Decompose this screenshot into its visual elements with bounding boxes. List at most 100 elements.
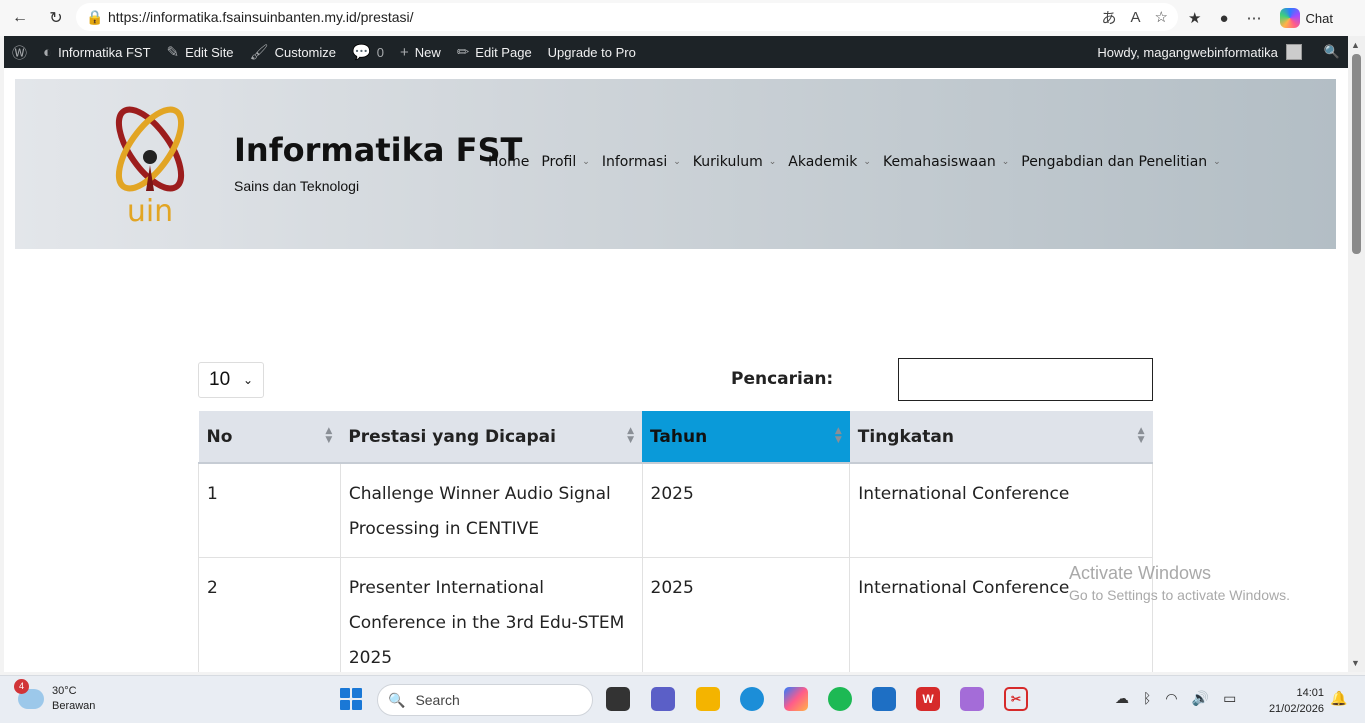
battery-icon[interactable]: ▭ (1223, 690, 1236, 707)
site-name-label: Informatika FST (58, 44, 151, 60)
menu-item-kemahasiswaan[interactable]: Kemahasiswaan ⌄ (883, 154, 1009, 170)
start-button[interactable] (340, 688, 362, 710)
edit-page-label: Edit Page (475, 44, 532, 60)
menu-item-pengabdian[interactable]: Pengabdian dan Penelitian ⌄ (1021, 154, 1220, 170)
chat-label: Chat (1305, 10, 1333, 26)
cell-no: 1 (198, 462, 341, 558)
wp-edit-page[interactable]: ✏ Edit Page (449, 36, 540, 68)
cell-tahun: 2025 (641, 462, 851, 558)
notification-bell-icon[interactable]: 🔔 (1330, 690, 1347, 707)
chevron-down-icon: ⌄ (673, 157, 681, 167)
cell-prestasi: Challenge Winner Audio Signal Processing… (339, 462, 643, 558)
scroll-up-icon[interactable]: ▲ (1351, 40, 1360, 50)
menu-label: Kurikulum (692, 154, 763, 170)
scroll-down-icon[interactable]: ▼ (1351, 658, 1360, 668)
wp-logo-button[interactable]: Ⓦ (4, 36, 35, 68)
weather-badge: 4 (14, 679, 29, 694)
column-header-prestasi[interactable]: Prestasi yang Dicapai ▲ ▼ (340, 411, 643, 464)
file-explorer-icon[interactable] (696, 687, 720, 711)
copilot-chat-button[interactable]: Chat (1279, 8, 1333, 28)
wp-customize[interactable]: 🖌 Customize (242, 36, 344, 68)
menu-item-profil[interactable]: Profil ⌄ (541, 154, 589, 170)
sort-icon: ▲ ▼ (1137, 426, 1145, 445)
main-content: 10 ⌄ Pencarian: No ▲ ▼ Prestasi yang Dicap… (4, 249, 1348, 672)
column-header-tingkatan[interactable]: Tingkatan ▲ ▼ (849, 411, 1153, 464)
length-value: 10 (209, 369, 231, 390)
teams-icon[interactable] (651, 687, 675, 711)
menu-item-akademik[interactable]: Akademik ⌄ (788, 154, 871, 170)
translate-icon[interactable]: あ (1102, 7, 1117, 28)
snipping-tool-icon[interactable]: ✂ (1004, 687, 1028, 711)
cell-tahun: 2025 (641, 557, 851, 672)
weather-widget[interactable]: 4 30°C Berawan (14, 679, 95, 714)
wp-site-name[interactable]: ◐ Informatika FST (35, 36, 159, 68)
url-text: https://informatika.fsainsuinbanten.my.i… (108, 9, 414, 25)
chevron-down-icon: ⌄ (863, 157, 871, 167)
spotify-icon[interactable] (828, 687, 852, 711)
wp-comments[interactable]: 💬 0 (344, 36, 392, 68)
svg-text:uin: uin (127, 194, 173, 225)
address-bar[interactable]: 🔒 https://informatika.fsainsuinbanten.my… (76, 3, 1178, 31)
search-icon[interactable]: 🔍 (1324, 44, 1340, 60)
menu-label: Kemahasiswaan (882, 154, 996, 170)
profile-icon[interactable]: ● (1219, 10, 1228, 27)
wps-office-icon[interactable]: W (916, 687, 940, 711)
howdy-user[interactable]: Howdy, magangwebinformatika (1097, 45, 1277, 60)
menu-item-home[interactable]: Home (488, 154, 529, 170)
menu-item-informasi[interactable]: Informasi ⌄ (602, 154, 681, 170)
column-header-tahun[interactable]: Tahun ▲ ▼ (642, 411, 850, 464)
refresh-icon[interactable]: ↻ (44, 6, 68, 30)
menu-label: Informasi (601, 154, 668, 170)
volume-icon[interactable]: 🔊 (1192, 690, 1209, 707)
back-icon[interactable]: ← (8, 6, 32, 30)
read-aloud-icon[interactable]: A (1131, 9, 1141, 26)
chevron-down-icon: ⌄ (582, 157, 590, 167)
watermark-subtitle: Go to Settings to activate Windows. (1069, 587, 1290, 603)
watermark-title: Activate Windows (1069, 563, 1212, 583)
system-tray: ☁ ᛒ ◠ 🔊 ▭ (1115, 690, 1236, 707)
favorites-icon[interactable]: ★ (1188, 9, 1201, 27)
avatar[interactable] (1285, 44, 1302, 60)
taskbar: 4 30°C Berawan 🔍 Search W ✂ ☁ ᛒ ◠ 🔊 ▭ 14… (0, 675, 1365, 723)
site-title[interactable]: Informatika FST (234, 131, 522, 169)
store-icon[interactable] (872, 687, 896, 711)
system-clock[interactable]: 14:01 21/02/2026 (1258, 685, 1324, 717)
more-icon[interactable]: ⋯ (1247, 9, 1262, 27)
sort-icon: ▲ ▼ (627, 426, 635, 445)
upgrade-label: Upgrade to Pro (547, 44, 636, 60)
main-menu: Home Profil ⌄ Informasi ⌄ Kurikulum ⌄ Akade… (488, 154, 1221, 170)
clock-date: 21/02/2026 (1268, 703, 1324, 715)
wp-edit-site[interactable]: ✎ Edit Site (159, 36, 242, 68)
table-row: 1 Challenge Winner Audio Signal Processi… (198, 462, 1153, 558)
menu-item-kurikulum[interactable]: Kurikulum ⌄ (693, 154, 777, 170)
search-input[interactable] (898, 358, 1153, 401)
menu-label: Pengabdian dan Penelitian (1021, 154, 1208, 170)
scroll-thumb[interactable] (1352, 54, 1361, 254)
photos-icon[interactable] (960, 687, 984, 711)
menu-label: Profil (541, 154, 577, 170)
site-tagline: Sains dan Teknologi (234, 178, 360, 194)
bluetooth-icon[interactable]: ᛒ (1143, 690, 1151, 707)
clock-time: 14:01 (1296, 687, 1324, 699)
column-header-no[interactable]: No ▲ ▼ (198, 411, 341, 464)
wp-admin-bar: Ⓦ ◐ Informatika FST ✎ Edit Site 🖌 Customize… (4, 36, 1348, 68)
header-label: Tingkatan (857, 426, 954, 447)
favorite-star-icon[interactable]: ☆ (1155, 8, 1168, 26)
wp-upgrade[interactable]: Upgrade to Pro (540, 36, 644, 68)
wifi-icon[interactable]: ◠ (1165, 690, 1177, 707)
cell-no: 2 (198, 557, 341, 672)
page-scrollbar[interactable]: ▲ ▼ (1348, 36, 1365, 672)
edge-icon[interactable] (740, 687, 764, 711)
menu-label: Home (488, 154, 530, 170)
taskbar-search[interactable]: 🔍 Search (377, 684, 593, 716)
dashboard-icon: ◐ (43, 43, 53, 61)
wp-new[interactable]: + New (392, 36, 449, 68)
entries-length-select[interactable]: 10 ⌄ (198, 362, 264, 398)
comment-count: 0 (376, 44, 384, 60)
onedrive-icon[interactable]: ☁ (1115, 690, 1129, 707)
pencil-icon: ✏ (456, 44, 470, 61)
task-view-icon[interactable] (606, 687, 630, 711)
menu-label: Akademik (788, 154, 858, 170)
copilot-app-icon[interactable] (784, 687, 808, 711)
header-label: Tahun (650, 426, 708, 447)
